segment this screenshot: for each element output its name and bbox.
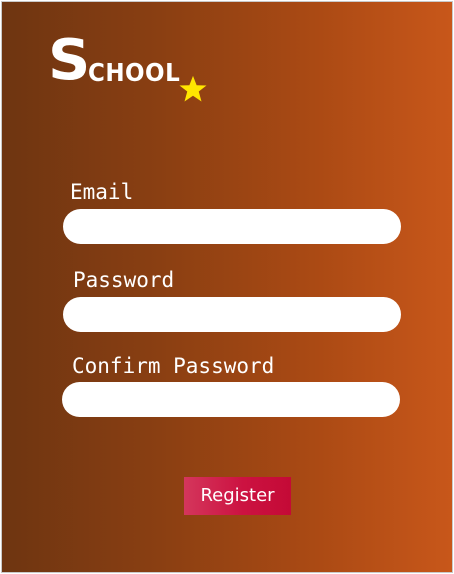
confirm-password-label: Confirm Password bbox=[72, 354, 275, 378]
password-label: Password bbox=[73, 268, 175, 292]
logo-initial: S bbox=[48, 28, 91, 93]
register-panel: S CHOOL Email Password Confirm Password … bbox=[1, 1, 453, 573]
school-logo: S CHOOL bbox=[48, 28, 218, 102]
email-label: Email bbox=[70, 180, 134, 204]
email-field[interactable] bbox=[63, 209, 401, 244]
star-icon bbox=[179, 75, 207, 102]
logo-wordmark: CHOOL bbox=[88, 58, 181, 87]
confirm-password-field[interactable] bbox=[62, 382, 400, 417]
password-field[interactable] bbox=[63, 297, 401, 332]
register-button[interactable]: Register bbox=[184, 477, 291, 515]
